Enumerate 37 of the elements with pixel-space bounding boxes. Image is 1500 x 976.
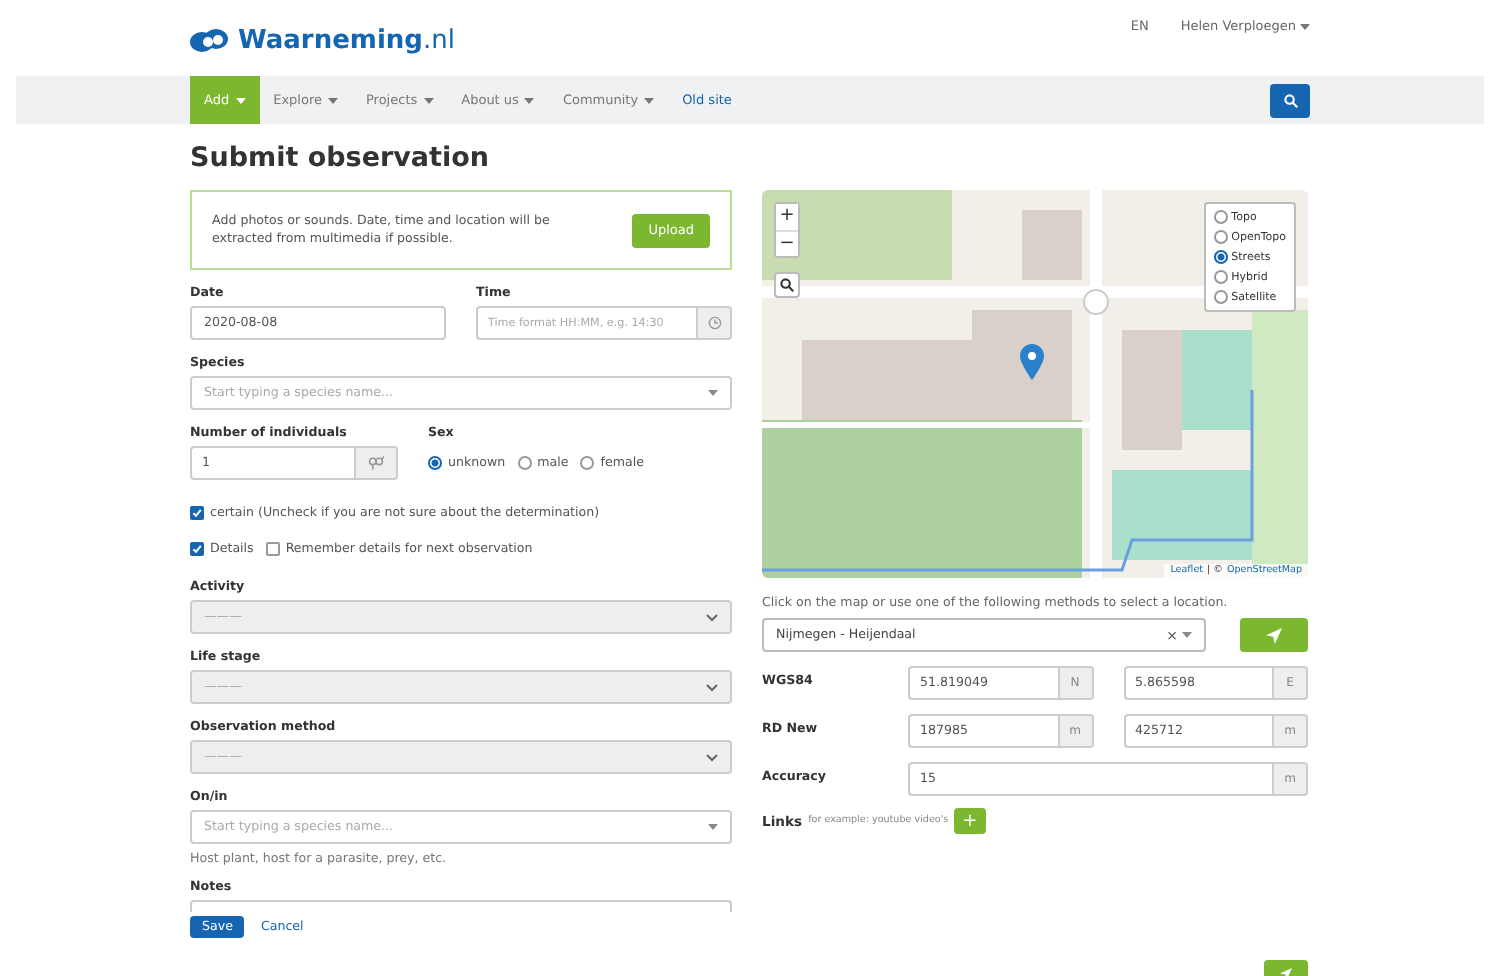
radio-button[interactable]: [1213, 250, 1228, 264]
caret-icon: [708, 824, 718, 830]
checkbox[interactable]: [190, 542, 204, 556]
caret-icon: [524, 97, 535, 103]
radio-button[interactable]: [1213, 210, 1228, 224]
zoom-out-button[interactable]: −: [776, 230, 798, 256]
search-icon: [780, 278, 794, 292]
radio-button[interactable]: [1213, 290, 1228, 304]
chevron-down-icon: [706, 613, 718, 621]
caret-icon: [423, 97, 434, 103]
logo-text[interactable]: Waarneming.nl: [238, 25, 455, 55]
map-marker-icon[interactable]: [1020, 344, 1044, 380]
radio-button[interactable]: [428, 456, 442, 470]
radio-button[interactable]: [517, 456, 532, 470]
caret-icon: [1300, 23, 1310, 29]
chevron-down-icon: [706, 753, 718, 761]
male-female-icon: [368, 456, 384, 470]
caret-icon: [328, 97, 338, 103]
caret-icon: [708, 390, 718, 396]
logo-icon: [190, 28, 230, 52]
caret-icon: [644, 97, 655, 103]
caret-icon: [235, 97, 246, 103]
search-icon: [1283, 93, 1297, 107]
radio-button[interactable]: [1213, 270, 1228, 284]
locate-button[interactable]: [1240, 618, 1308, 652]
page-title: Submit observation: [190, 142, 492, 174]
notes-field[interactable]: [190, 900, 732, 912]
map-search-button[interactable]: [774, 272, 800, 298]
radio-button[interactable]: [580, 456, 595, 470]
radio-button[interactable]: [1213, 230, 1228, 244]
checkbox[interactable]: [265, 542, 280, 556]
search-button[interactable]: [1270, 83, 1310, 117]
chevron-down-icon: [706, 683, 718, 691]
location-arrow-icon: [1266, 627, 1282, 643]
clock-icon: [707, 316, 721, 330]
checkbox[interactable]: [190, 506, 204, 520]
caret-icon: [1182, 632, 1192, 638]
